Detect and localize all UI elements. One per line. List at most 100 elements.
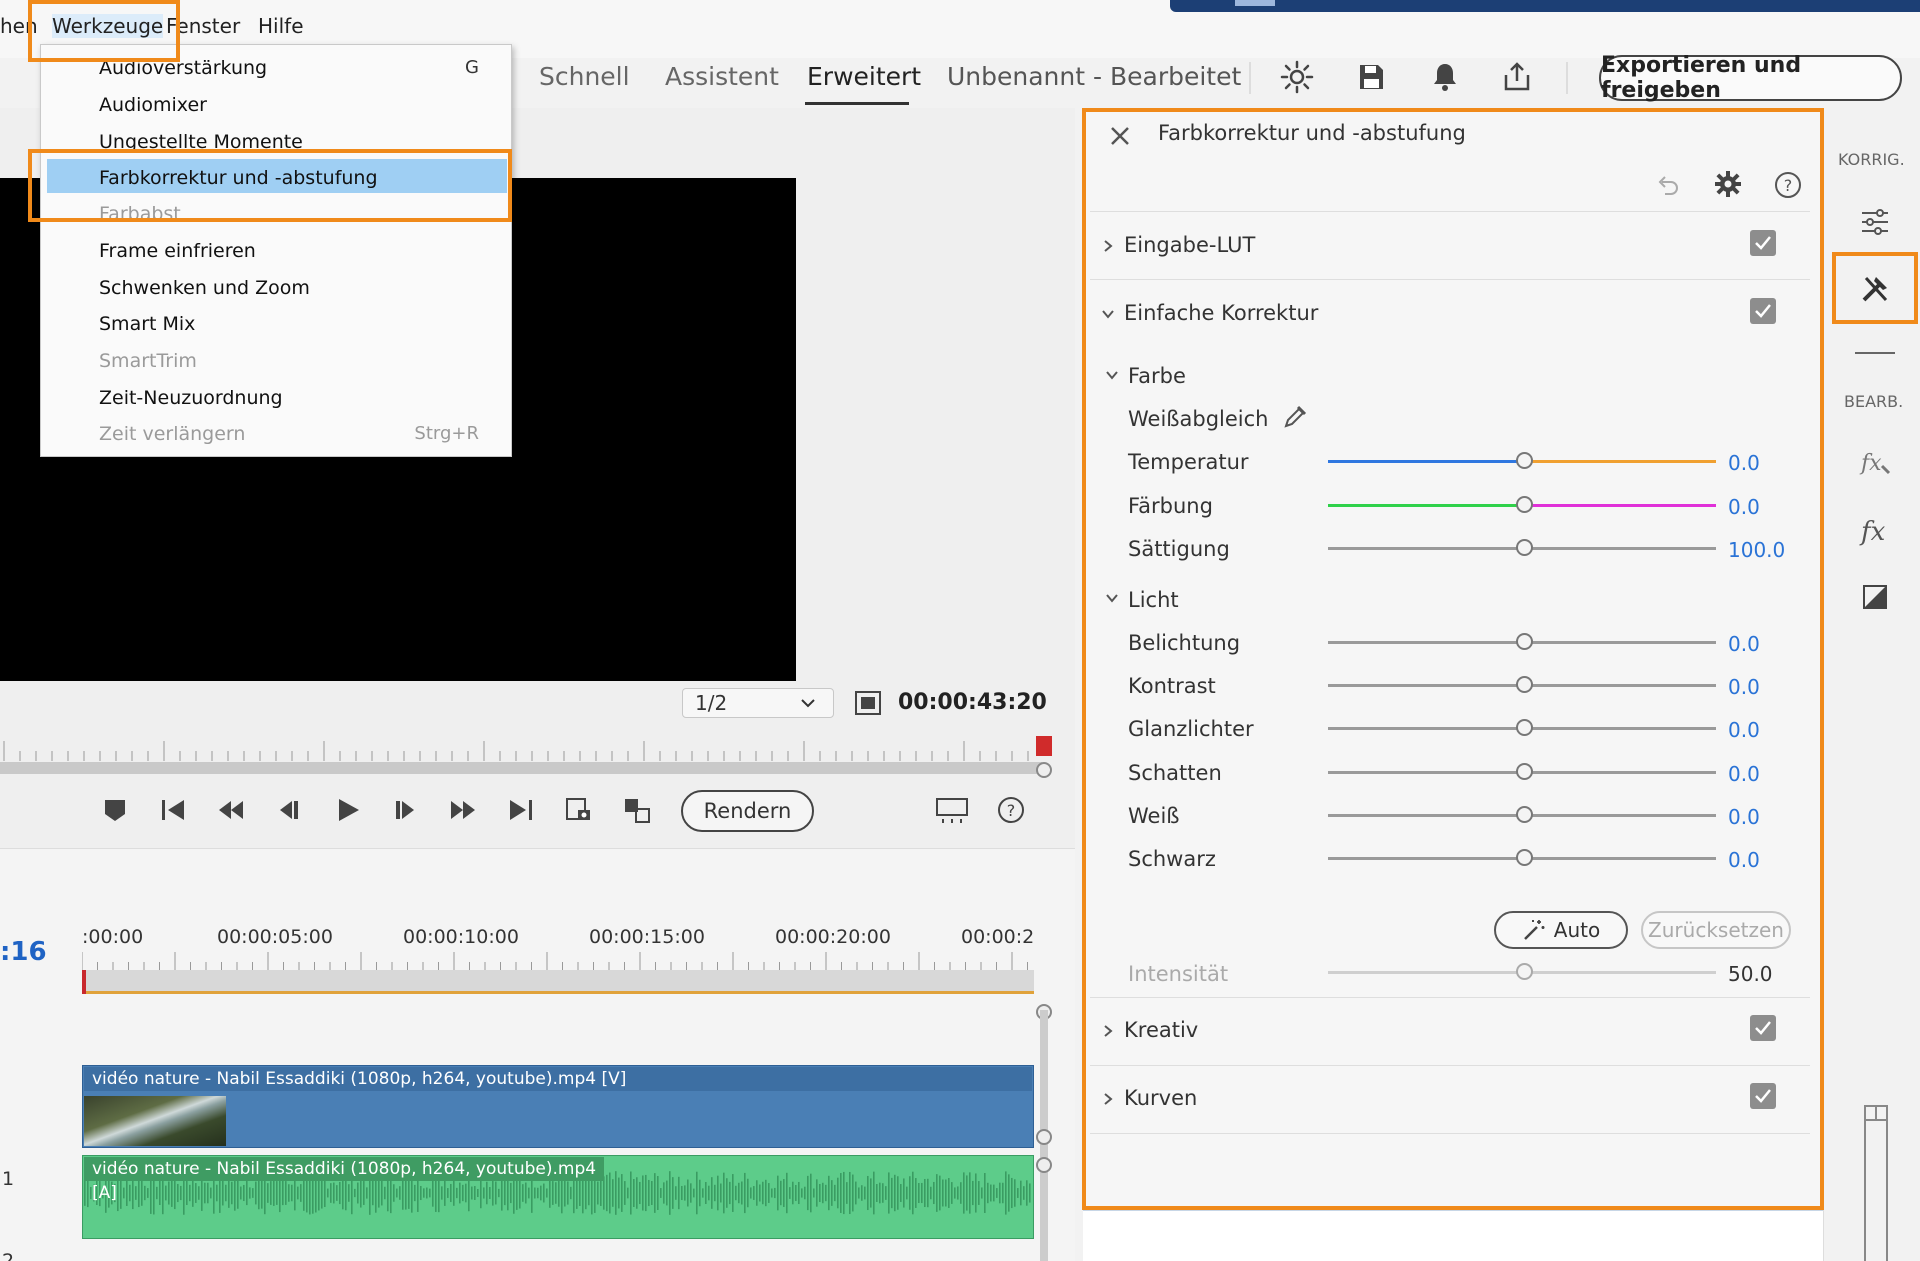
intensity-value[interactable]: 50.0 [1728, 962, 1773, 986]
brightness-icon[interactable] [1280, 60, 1314, 94]
section-basic-label[interactable]: Einfache Korrektur [1124, 301, 1318, 325]
fx-icon[interactable]: fx [1858, 514, 1892, 548]
blacks-value[interactable]: 0.0 [1728, 848, 1760, 872]
timeline-playhead[interactable] [82, 970, 86, 994]
help-icon[interactable]: ? [996, 795, 1026, 825]
menu-item-werkzeuge[interactable]: Werkzeuge [52, 14, 164, 38]
waveform-bar [144, 1185, 146, 1201]
menu-item-smarttrim[interactable]: SmartTrim [99, 350, 197, 372]
menu-item-farbkorrektur[interactable]: Farbkorrektur und -abstufung [99, 167, 378, 189]
tab-erweitert[interactable]: Erweitert [807, 62, 921, 91]
sidebar-scrollbar[interactable] [1864, 1105, 1888, 1261]
temperature-slider-knob[interactable] [1516, 452, 1533, 469]
light-group-label[interactable]: Licht [1128, 588, 1179, 612]
waveform-bar [225, 1184, 227, 1202]
color-group-label[interactable]: Farbe [1128, 364, 1186, 388]
render-button[interactable]: Rendern [681, 790, 814, 832]
scrub-knob[interactable] [1036, 762, 1052, 778]
waveform-bar [867, 1175, 869, 1211]
save-icon[interactable] [1354, 60, 1388, 94]
temperature-value[interactable]: 0.0 [1728, 451, 1760, 475]
creative-checkbox[interactable] [1750, 1015, 1776, 1041]
tint-value[interactable]: 0.0 [1728, 495, 1760, 519]
fx-settings-icon[interactable]: fx [1858, 446, 1892, 480]
input-lut-checkbox[interactable] [1750, 230, 1776, 256]
menu-item-partial[interactable]: hen [0, 14, 38, 38]
timeline-scroll-knob[interactable] [1036, 1129, 1052, 1145]
saturation-value[interactable]: 100.0 [1728, 538, 1785, 562]
menu-item-hilfe[interactable]: Hilfe [258, 14, 304, 38]
curves-checkbox[interactable] [1750, 1083, 1776, 1109]
shadows-value[interactable]: 0.0 [1728, 762, 1760, 786]
exposure-value[interactable]: 0.0 [1728, 632, 1760, 656]
blacks-slider-knob[interactable] [1516, 849, 1533, 866]
timeline-ruler[interactable] [82, 950, 1034, 972]
highlights-slider-knob[interactable] [1516, 719, 1533, 736]
eyedropper-icon[interactable] [1282, 404, 1308, 430]
settings-gear-icon[interactable] [1714, 170, 1742, 198]
marker-icon[interactable] [100, 795, 130, 825]
timeline-work-area-bar[interactable] [82, 970, 1034, 994]
contrast-slider-knob[interactable] [1516, 676, 1533, 693]
chevron-right-icon[interactable] [1101, 239, 1115, 253]
tint-slider-knob[interactable] [1516, 496, 1533, 513]
waveform-bar [831, 1180, 833, 1206]
chevron-right-icon[interactable] [1101, 1024, 1115, 1038]
timeline-scroll-knob[interactable] [1036, 1157, 1052, 1173]
menu-item-schwenken-zoom[interactable]: Schwenken und Zoom [99, 277, 310, 299]
share-icon[interactable] [1500, 60, 1534, 94]
basic-correction-checkbox[interactable] [1750, 298, 1776, 324]
menu-item-zeit-verlaengern[interactable]: Zeit verlängern [99, 423, 245, 445]
intensity-slider-knob[interactable] [1516, 963, 1533, 980]
notification-bell-icon[interactable] [1428, 60, 1462, 94]
menu-item-farbabst[interactable]: Farbabst [99, 203, 181, 225]
playhead-marker[interactable] [1036, 736, 1052, 756]
tab-schnell[interactable]: Schnell [539, 62, 630, 91]
whites-slider-knob[interactable] [1516, 806, 1533, 823]
menu-item-zeit-neuzuordnung[interactable]: Zeit-Neuzuordnung [99, 387, 283, 409]
chevron-down-icon[interactable] [1101, 307, 1115, 321]
go-to-end-icon[interactable] [506, 795, 536, 825]
export-share-button[interactable]: Exportieren und freigeben [1599, 53, 1902, 103]
whites-value[interactable]: 0.0 [1728, 805, 1760, 829]
highlights-value[interactable]: 0.0 [1728, 718, 1760, 742]
chevron-down-icon[interactable] [1105, 591, 1119, 605]
adjustments-sliders-icon[interactable] [1858, 205, 1892, 239]
scrub-bar[interactable] [0, 762, 1042, 774]
fast-forward-icon[interactable] [448, 795, 478, 825]
chevron-right-icon[interactable] [1101, 1092, 1115, 1106]
waveform-bar [603, 1176, 605, 1210]
color-adjust-icon[interactable] [1858, 580, 1892, 614]
menu-item-audioverstaerkung[interactable]: Audioverstärkung [99, 57, 267, 79]
tab-assistent[interactable]: Assistent [665, 62, 779, 91]
rewind-icon[interactable] [216, 795, 246, 825]
tools-icon[interactable] [1858, 272, 1892, 306]
play-icon[interactable] [333, 795, 363, 825]
auto-button[interactable]: Auto [1494, 911, 1628, 949]
undo-icon[interactable] [1655, 172, 1681, 198]
help-icon[interactable]: ? [1774, 171, 1802, 199]
chevron-down-icon[interactable] [800, 696, 816, 710]
menu-item-audiomixer[interactable]: Audiomixer [99, 94, 207, 116]
menu-item-fenster[interactable]: Fenster [166, 14, 240, 38]
exposure-slider-knob[interactable] [1516, 633, 1533, 650]
contrast-value[interactable]: 0.0 [1728, 675, 1760, 699]
menu-item-ungestellte-momente[interactable]: Ungestellte Momente [99, 131, 303, 153]
chevron-down-icon[interactable] [1105, 368, 1119, 382]
saturation-slider-knob[interactable] [1516, 539, 1533, 556]
step-forward-icon[interactable] [390, 795, 420, 825]
reset-button[interactable]: Zurücksetzen [1641, 911, 1791, 949]
monitor-ruler[interactable] [0, 735, 1042, 763]
shadows-slider-knob[interactable] [1516, 763, 1533, 780]
section-curves[interactable] [1090, 1065, 1810, 1129]
fit-frame-icon[interactable] [854, 690, 882, 716]
display-settings-icon[interactable] [935, 795, 968, 825]
export-frame-icon[interactable] [564, 795, 594, 825]
go-to-start-icon[interactable] [158, 795, 188, 825]
close-icon[interactable] [1108, 124, 1132, 148]
split-clip-icon[interactable] [622, 795, 652, 825]
menu-item-smart-mix[interactable]: Smart Mix [99, 313, 195, 335]
step-back-icon[interactable] [274, 795, 304, 825]
waveform-bar [879, 1182, 881, 1204]
menu-item-frame-einfrieren[interactable]: Frame einfrieren [99, 240, 256, 262]
